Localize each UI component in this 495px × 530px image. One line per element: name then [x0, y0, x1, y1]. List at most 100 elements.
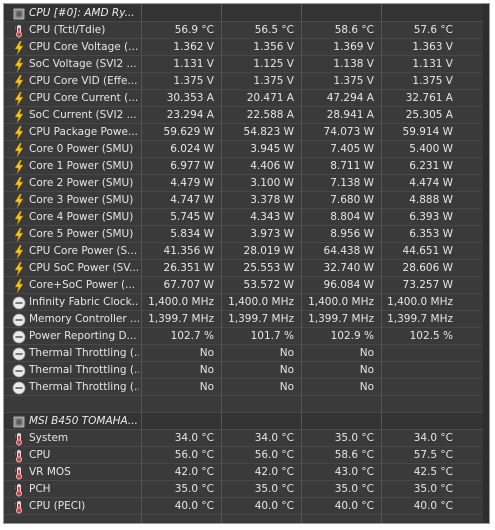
value-current: 26.351 W [163, 262, 214, 274]
sensor-row[interactable]: CPU SoC Power (SV... 26.351 W 25.553 W 32.7… [4, 260, 489, 277]
value-maximum: 96.084 W [323, 279, 374, 291]
sensor-label: CPU SoC Power (SV... [29, 262, 139, 274]
sensor-row[interactable]: CPU 56.0 °C 56.0 °C 58.6 °C 57.5 °C [4, 447, 489, 464]
sensor-label: Core 1 Power (SMU) [29, 160, 134, 172]
value-average: 42.5 °C [413, 466, 453, 478]
sensor-row[interactable]: VR MOS 42.0 °C 42.0 °C 43.0 °C 42.5 °C [4, 464, 489, 481]
value-current: 1,400.0 MHz [148, 296, 214, 308]
sensor-row[interactable]: SoC Voltage (SVI2 ... 1.131 V 1.125 V 1.138… [4, 56, 489, 73]
value-maximum: 28.941 A [326, 109, 374, 121]
sensor-row[interactable]: CPU Core Power (S... 41.356 W 28.019 W 64.4… [4, 243, 489, 260]
sensor-label: Thermal Throttling (... [29, 347, 139, 359]
value-minimum: 3.100 W [250, 177, 294, 189]
sensor-label: CPU Core Voltage (... [29, 41, 139, 53]
value-current: No [199, 347, 214, 359]
value-current: 42.0 °C [174, 466, 214, 478]
value-current: 6.977 W [170, 160, 214, 172]
value-minimum: 1.356 V [253, 41, 294, 53]
sensor-label: Memory Controller ... [29, 313, 139, 325]
value-current: No [199, 381, 214, 393]
vertical-scrollbar[interactable] [483, 4, 489, 523]
sensor-row[interactable]: CPU Core Voltage (... 1.362 V 1.356 V 1.369… [4, 39, 489, 56]
value-maximum: 7.138 W [330, 177, 374, 189]
value-minimum: 40.0 °C [254, 500, 294, 512]
lightning-icon [12, 108, 26, 124]
value-average: 102.5 % [409, 330, 453, 342]
sensor-row[interactable]: Core+SoC Power (... 67.707 W 53.572 W 96.08… [4, 277, 489, 294]
thermometer-icon [12, 483, 26, 497]
sensor-row[interactable]: SoC Current (SVI2 ... 23.294 A 22.588 A 28.… [4, 107, 489, 124]
value-maximum: 8.804 W [330, 211, 374, 223]
lightning-icon [12, 278, 26, 294]
value-average: 40.0 °C [413, 500, 453, 512]
value-maximum: 1,400.0 MHz [308, 296, 374, 308]
value-maximum: 35.0 °C [334, 483, 374, 495]
section-header[interactable]: MSI B450 TOMAHA... [4, 413, 489, 430]
value-average: 1,400.0 MHz [387, 296, 453, 308]
sensor-status-icon [12, 347, 26, 361]
sensor-row[interactable]: Power Reporting D... 102.7 % 101.7 % 102.9 … [4, 328, 489, 345]
sensor-status-icon [12, 364, 26, 378]
value-maximum: 102.9 % [330, 330, 374, 342]
value-minimum: 3.973 W [250, 228, 294, 240]
thermometer-icon [12, 449, 26, 463]
sensor-label: CPU Core Power (S... [29, 245, 138, 257]
value-maximum: 35.0 °C [334, 432, 374, 444]
sensor-row[interactable]: Infinity Fabric Clock... 1,400.0 MHz 1,400… [4, 294, 489, 311]
spacer-row [4, 396, 489, 413]
sensor-row[interactable]: Thermal Throttling (... No No No [4, 379, 489, 396]
sensor-label: Thermal Throttling (... [29, 364, 139, 376]
value-maximum: 58.6 °C [334, 24, 374, 36]
sensor-label: CPU (PECI) [29, 500, 86, 512]
value-current: 59.629 W [163, 126, 214, 138]
value-minimum: 1.125 V [253, 58, 294, 70]
value-minimum: 42.0 °C [254, 466, 294, 478]
value-average: 28.606 W [402, 262, 453, 274]
column-divider [381, 4, 382, 523]
sensor-row[interactable]: CPU (Tctl/Tdie) 56.9 °C 56.5 °C 58.6 °C 57.6… [4, 22, 489, 39]
sensor-status-icon [12, 330, 26, 344]
sensor-row[interactable]: Memory Controller ... 1,399.7 MHz 1,399.7 … [4, 311, 489, 328]
value-minimum: 25.553 W [243, 262, 294, 274]
value-average: 35.0 °C [413, 483, 453, 495]
sensor-row[interactable]: Thermal Throttling (... No No No [4, 362, 489, 379]
value-average: 1.363 V [412, 41, 453, 53]
sensor-row[interactable]: CPU (PECI) 40.0 °C 40.0 °C 40.0 °C 40.0 °C [4, 498, 489, 515]
value-minimum: 56.0 °C [254, 449, 294, 461]
value-average: 5.400 W [409, 143, 453, 155]
value-current: 1.131 V [173, 58, 214, 70]
sensor-label: Power Reporting D... [29, 330, 137, 342]
value-minimum: No [279, 364, 294, 376]
value-average: 6.231 W [409, 160, 453, 172]
sensor-row[interactable]: Core 0 Power (SMU) 6.024 W 3.945 W 7.405 W 5… [4, 141, 489, 158]
value-current: 4.747 W [170, 194, 214, 206]
column-divider [141, 4, 142, 523]
value-maximum: 1.375 V [333, 75, 374, 87]
value-minimum: 54.823 W [243, 126, 294, 138]
sensor-status-icon [12, 313, 26, 327]
sensor-row[interactable]: PCH 35.0 °C 35.0 °C 35.0 °C 35.0 °C [4, 481, 489, 498]
value-average: 4.474 W [409, 177, 453, 189]
sensor-row[interactable]: Core 1 Power (SMU) 6.977 W 4.406 W 8.711 W 6… [4, 158, 489, 175]
sensor-row[interactable]: Thermal Throttling (... No No No [4, 345, 489, 362]
value-average: 1.131 V [412, 58, 453, 70]
sensor-row[interactable]: Core 2 Power (SMU) 4.479 W 3.100 W 7.138 W 4… [4, 175, 489, 192]
value-maximum: 1,399.7 MHz [308, 313, 374, 325]
sensor-row[interactable]: CPU Package Powe... 59.629 W 54.823 W 74.07… [4, 124, 489, 141]
value-current: 4.479 W [170, 177, 214, 189]
lightning-icon [12, 125, 26, 141]
sensor-row[interactable]: Core 5 Power (SMU) 5.834 W 3.973 W 8.956 W 6… [4, 226, 489, 243]
sensor-status-icon [12, 381, 26, 395]
sensor-label: CPU Package Powe... [29, 126, 138, 138]
lightning-icon [12, 210, 26, 226]
sensor-row[interactable]: CPU Core VID (Effe... 1.375 V 1.375 V 1.375… [4, 73, 489, 90]
section-header[interactable]: CPU [#0]: AMD Ry... [4, 5, 489, 22]
value-minimum: 101.7 % [250, 330, 294, 342]
sensor-row[interactable]: CPU Core Current (... 30.353 A 20.471 A 47.… [4, 90, 489, 107]
value-current: 23.294 A [166, 109, 214, 121]
column-divider [301, 4, 302, 523]
sensor-label: SoC Current (SVI2 ... [29, 109, 137, 121]
sensor-row[interactable]: System 34.0 °C 34.0 °C 35.0 °C 34.0 °C [4, 430, 489, 447]
sensor-row[interactable]: Core 3 Power (SMU) 4.747 W 3.378 W 7.680 W 4… [4, 192, 489, 209]
sensor-row[interactable]: Core 4 Power (SMU) 5.745 W 4.343 W 8.804 W 6… [4, 209, 489, 226]
